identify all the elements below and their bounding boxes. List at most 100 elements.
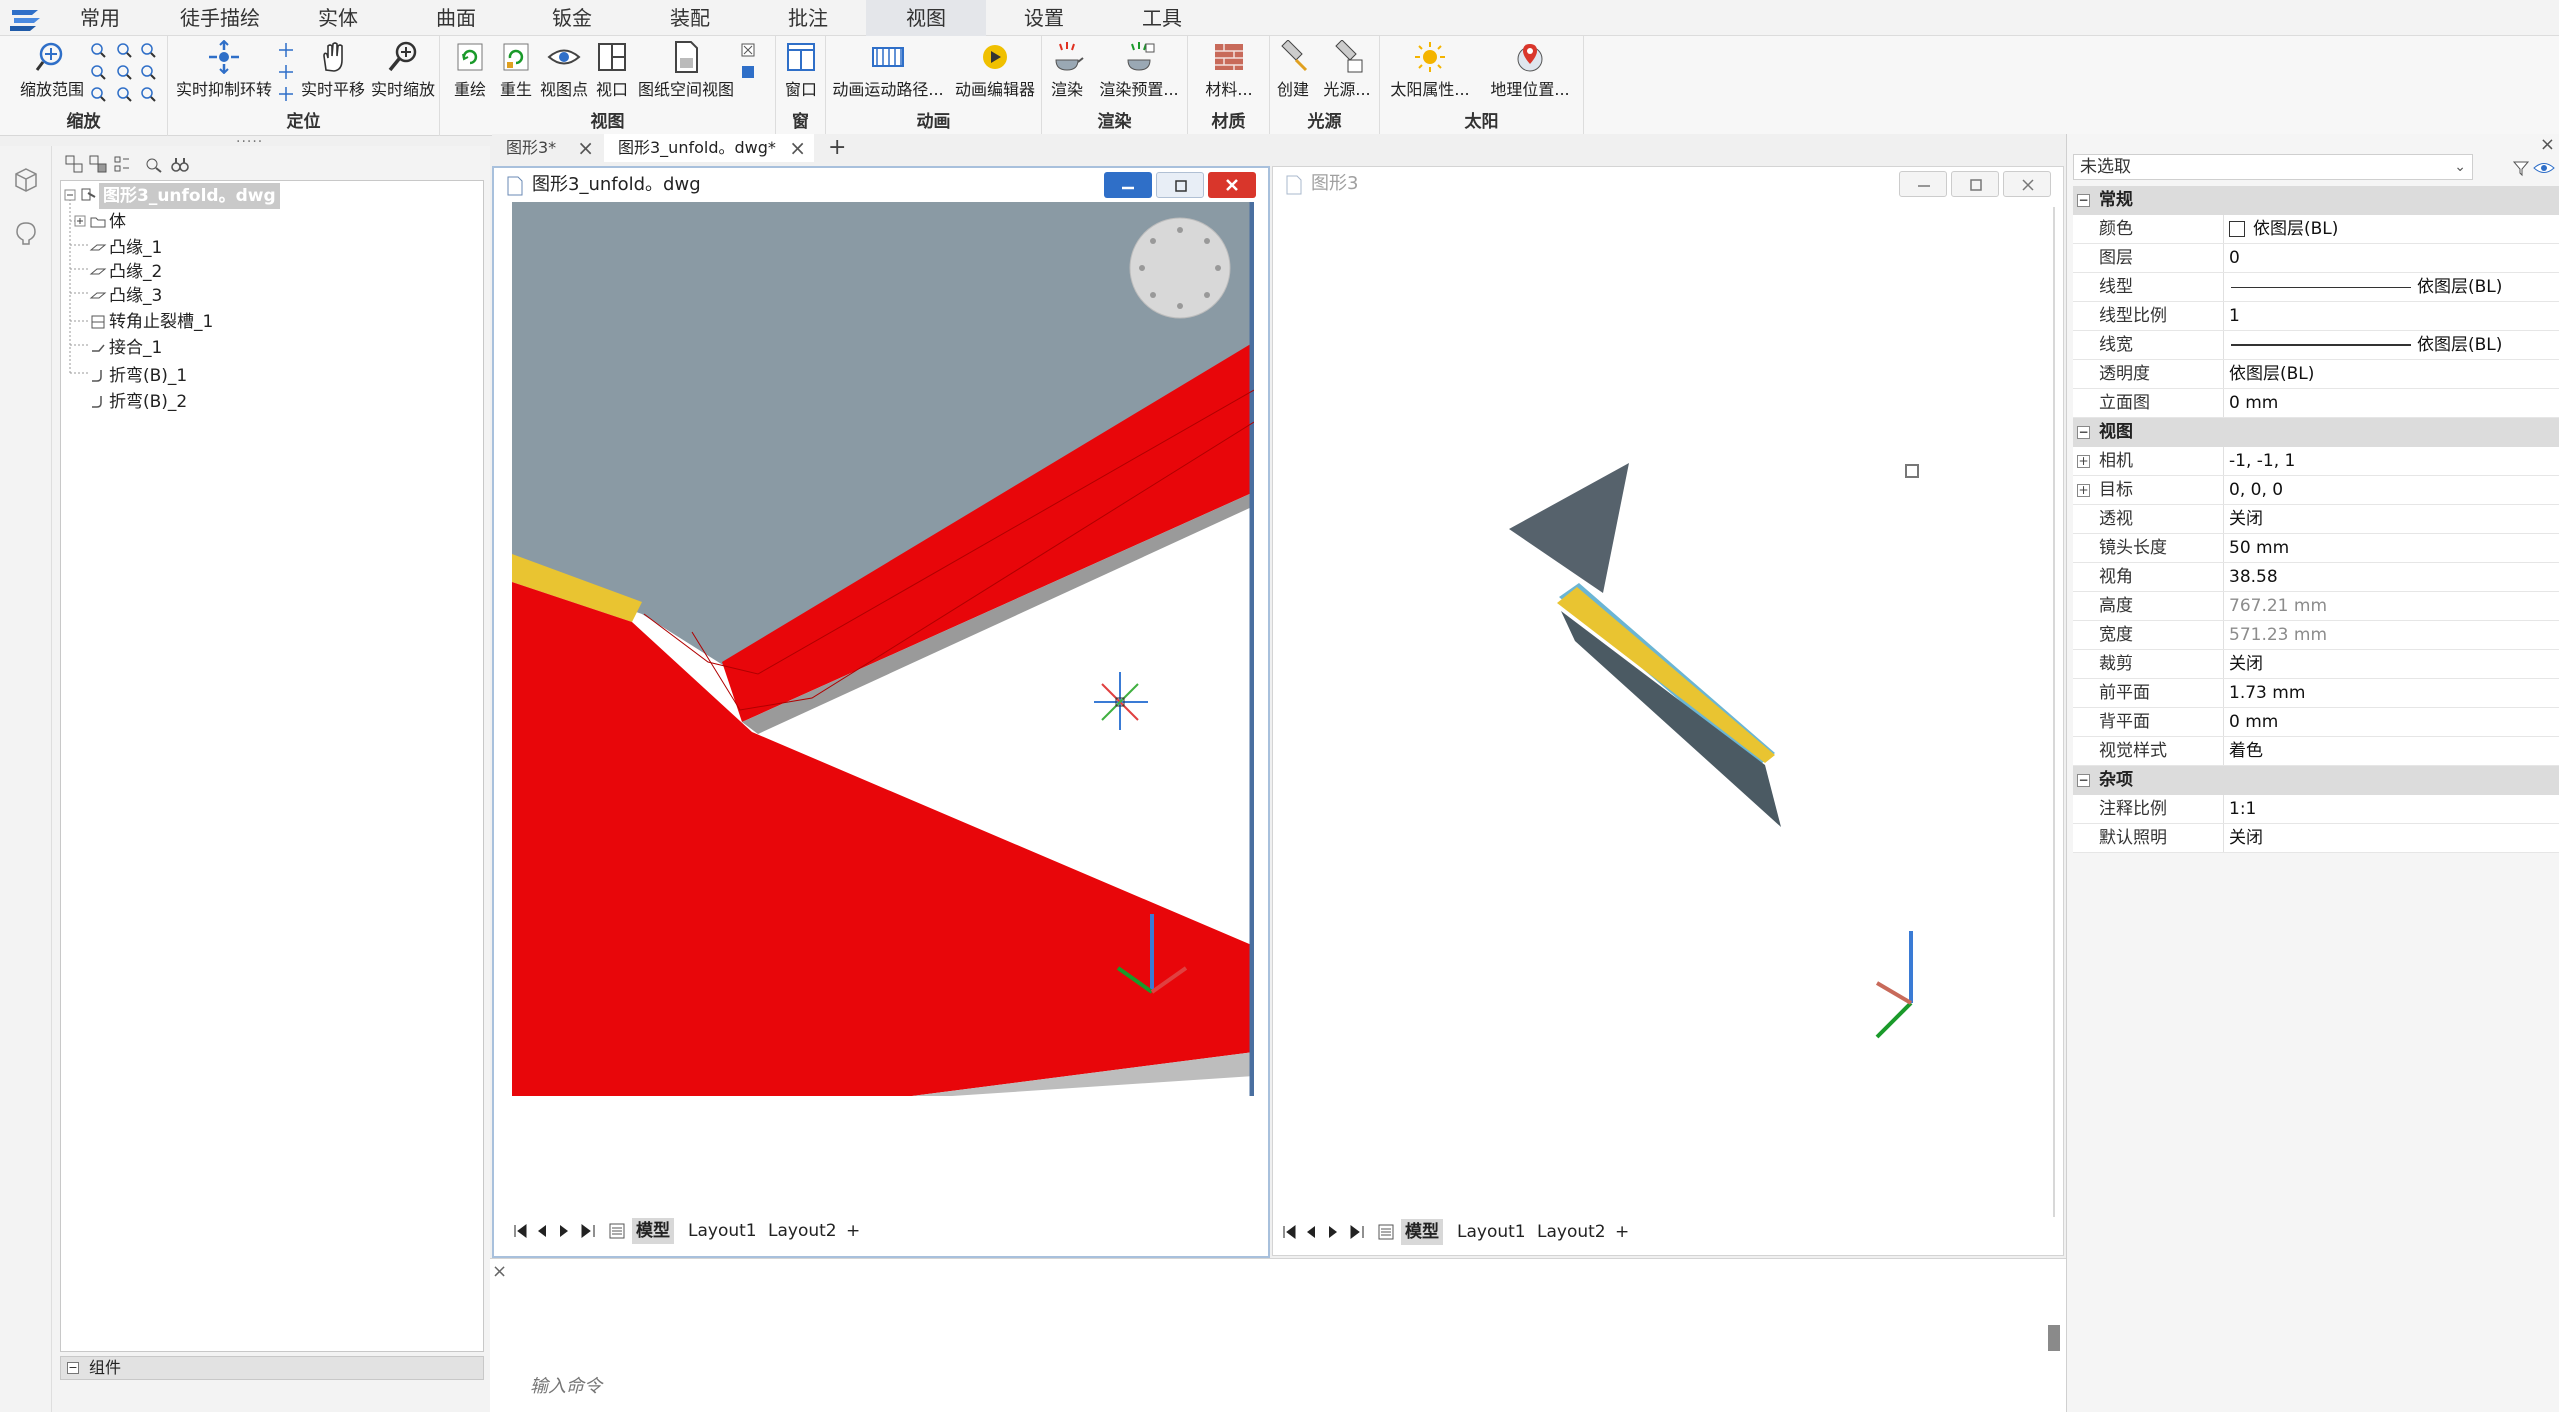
create-light-button[interactable]: 创建 <box>1270 40 1316 100</box>
prop-row-transparency[interactable]: 透明度 依图层(BL) <box>2073 360 2559 389</box>
prop-row-field-of-view[interactable]: 视角 38.58 <box>2073 563 2559 592</box>
layout-tab-layout2[interactable]: Layout2 <box>768 1218 837 1244</box>
window-button[interactable]: 窗口 <box>778 40 824 100</box>
zoom-out-icon[interactable] <box>116 42 132 58</box>
prop-row-perspective[interactable]: 透视 关闭 <box>2073 505 2559 534</box>
prop-row-annotation-scale[interactable]: 注释比例 1:1 <box>2073 795 2559 824</box>
tab-settings[interactable]: 设置 <box>1006 0 1082 36</box>
close-icon[interactable]: × <box>789 134 806 162</box>
tree-item-flange-2[interactable]: 凸缘_2 <box>109 259 162 285</box>
materials-button[interactable]: 材料... <box>1194 40 1264 100</box>
tree-item-flange-3[interactable]: 凸缘_3 <box>109 283 162 309</box>
realtime-pan-button[interactable]: 实时平移 <box>298 40 368 100</box>
command-input[interactable] <box>530 1369 1990 1403</box>
viewport-button[interactable]: 视口 <box>590 40 634 100</box>
regen-button[interactable]: 重生 <box>494 40 538 100</box>
zoom-center-icon[interactable] <box>140 64 156 80</box>
zoom-scale-icon[interactable] <box>116 64 132 80</box>
tab-assembly[interactable]: 装配 <box>652 0 728 36</box>
layout-nav-icons[interactable] <box>512 1222 602 1240</box>
section-misc[interactable]: − 杂项 <box>2073 766 2559 795</box>
layout-nav-icons[interactable] <box>1281 1223 1371 1241</box>
zoom-in-icon[interactable] <box>90 42 106 58</box>
tab-view[interactable]: 视图 <box>866 0 986 36</box>
prop-row-linetype-scale[interactable]: 线型比例 1 <box>2073 302 2559 331</box>
prop-row-layer[interactable]: 图层 0 <box>2073 244 2559 273</box>
doc-tab-drawing3[interactable]: 图形3* × <box>492 134 602 162</box>
close-icon[interactable]: × <box>2540 134 2555 155</box>
paperspace-view-button[interactable]: 图纸空间视图 <box>634 40 738 100</box>
tree-collapse-icon[interactable] <box>88 154 108 174</box>
prop-row-elevation[interactable]: 立面图 0 mm <box>2073 389 2559 418</box>
eye-toggle-icon[interactable] <box>2533 158 2555 178</box>
prop-row-clipping[interactable]: 裁剪 关闭 <box>2073 650 2559 679</box>
doc-tab-drawing3-unfold[interactable]: 图形3_unfold。dwg* × <box>604 134 814 162</box>
prop-row-visual-style[interactable]: 视觉样式 着色 <box>2073 737 2559 766</box>
prop-row-front-plane[interactable]: 前平面 1.73 mm <box>2073 679 2559 708</box>
prop-row-width[interactable]: 宽度 571.23 mm <box>2073 621 2559 650</box>
section-view[interactable]: − 视图 <box>2073 418 2559 447</box>
render-presets-button[interactable]: 渲染预置... <box>1094 40 1184 100</box>
tree-filter-icon[interactable] <box>112 154 132 174</box>
orbit-3d-icon[interactable] <box>278 86 294 102</box>
orbit-continuous-icon[interactable] <box>278 64 294 80</box>
zoom-extents-button[interactable]: 缩放范围 <box>14 40 90 100</box>
prop-row-back-plane[interactable]: 背平面 0 mm <box>2073 708 2559 737</box>
animation-path-button[interactable]: 动画运动路径... <box>826 40 950 100</box>
tree-item-bend-2[interactable]: 折弯(B)_2 <box>109 389 187 415</box>
animation-editor-button[interactable]: 动画编辑器 <box>952 40 1038 100</box>
minimize-button[interactable] <box>1899 171 1947 197</box>
layout-tab-layout1[interactable]: Layout1 <box>688 1218 757 1244</box>
tab-solid[interactable]: 实体 <box>300 0 376 36</box>
collapse-icon[interactable]: − <box>2077 426 2090 439</box>
tree-item-corner-relief[interactable]: 转角止裂槽_1 <box>109 309 213 335</box>
lights-button[interactable]: 光源... <box>1316 40 1378 100</box>
viewpoint-button[interactable]: 视图点 <box>536 40 592 100</box>
prop-row-lens-length[interactable]: 镜头长度 50 mm <box>2073 534 2559 563</box>
restore-button[interactable] <box>1951 171 1999 197</box>
zoom-window-icon[interactable] <box>140 42 156 58</box>
binoculars-icon[interactable] <box>170 154 190 174</box>
tree-root-drawing[interactable]: 图形3_unfold。dwg <box>99 183 280 209</box>
constrained-orbit-button[interactable]: 实时抑制环转 <box>174 40 274 100</box>
view-option-b-icon[interactable] <box>740 64 756 80</box>
layout-tab-model[interactable]: 模型 <box>632 1218 674 1244</box>
add-layout-button[interactable]: + <box>846 1218 860 1244</box>
bulb-icon[interactable] <box>12 220 40 248</box>
prop-row-default-lighting[interactable]: 默认照明 关闭 <box>2073 824 2559 853</box>
tab-common[interactable]: 常用 <box>62 0 138 36</box>
close-icon[interactable]: × <box>577 134 594 162</box>
cube-icon[interactable] <box>12 166 40 194</box>
tree-item-body[interactable]: 体 <box>109 209 126 235</box>
add-layout-button[interactable]: + <box>1615 1219 1629 1245</box>
close-button[interactable] <box>2003 171 2051 197</box>
realtime-zoom-button[interactable]: 实时缩放 <box>368 40 438 100</box>
layout-tab-layout2[interactable]: Layout2 <box>1537 1219 1606 1245</box>
restore-button[interactable] <box>1156 172 1204 198</box>
tab-surface[interactable]: 曲面 <box>418 0 494 36</box>
zoom-object-icon[interactable] <box>90 86 106 102</box>
collapse-icon[interactable]: − <box>2077 194 2090 207</box>
expand-icon[interactable]: + <box>2077 455 2090 468</box>
minimize-button[interactable] <box>1104 172 1152 198</box>
app-logo-icon[interactable] <box>8 4 44 32</box>
tree-settings-icon[interactable] <box>144 154 164 174</box>
tab-sheetmetal[interactable]: 钣金 <box>534 0 610 36</box>
new-tab-plus-icon[interactable]: + <box>820 134 850 162</box>
redraw-button[interactable]: 重绘 <box>448 40 492 100</box>
tree-item-flange-1[interactable]: 凸缘_1 <box>109 235 162 261</box>
tree-expand-icon[interactable] <box>64 154 84 174</box>
selection-dropdown[interactable]: 未选取 ⌄ <box>2073 154 2473 180</box>
zoom-previous-icon[interactable] <box>90 64 106 80</box>
tree-item-junction[interactable]: 接合_1 <box>109 335 162 361</box>
close-icon[interactable]: × <box>492 1261 507 1282</box>
close-button[interactable] <box>1208 172 1256 198</box>
layout-tab-model[interactable]: 模型 <box>1401 1219 1443 1245</box>
components-panel-header[interactable]: − 组件 <box>60 1356 484 1380</box>
prop-row-lineweight[interactable]: 线宽 依图层(BL) <box>2073 331 2559 360</box>
prop-row-linetype[interactable]: 线型 依图层(BL) <box>2073 273 2559 302</box>
geolocation-button[interactable]: 地理位置... <box>1480 40 1580 100</box>
prop-row-camera[interactable]: + 相机 -1, -1, 1 <box>2073 447 2559 476</box>
prop-row-target[interactable]: + 目标 0, 0, 0 <box>2073 476 2559 505</box>
orbit-free-icon[interactable] <box>278 42 294 58</box>
